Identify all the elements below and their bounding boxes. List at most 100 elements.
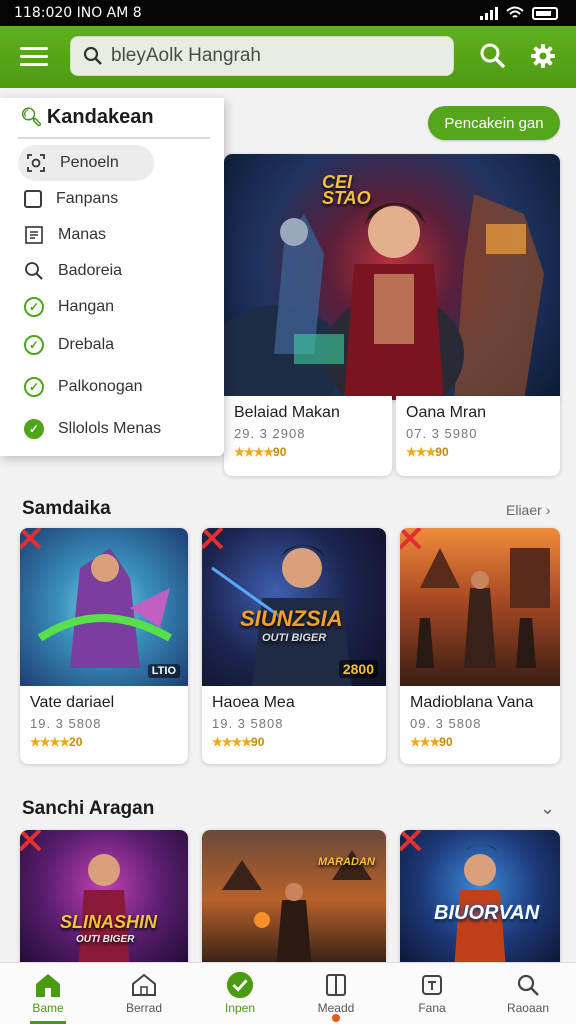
star-rating-icon: ★★★: [410, 735, 440, 749]
chevron-down-icon[interactable]: ⌄: [540, 798, 555, 819]
card-title: Madioblana Vana: [410, 694, 534, 711]
checkbox-icon: [24, 190, 42, 208]
wifi-icon: [506, 6, 524, 18]
card-meta: 07. 3 5980: [406, 426, 478, 441]
art-subtitle-text: OUTI BIGER: [262, 632, 327, 644]
nav-label: Berrad: [125, 1001, 163, 1015]
dropdown-item-label: Sllolols Menas: [58, 420, 162, 437]
search-icon: [83, 46, 102, 65]
see-all-link[interactable]: Eliaer ›: [506, 502, 550, 518]
book-icon: [322, 971, 350, 999]
game-artwork: SIUNZSIA OUTI BIGER 2800: [202, 528, 386, 686]
card-rating: ★★★90: [406, 445, 449, 459]
check-circle-filled-icon: ✓: [24, 419, 44, 439]
game-artwork: MARADAN: [202, 830, 386, 970]
dropdown-title-label: Kandakean: [46, 106, 154, 128]
check-circle-icon: ✓: [24, 377, 44, 397]
game-card[interactable]: SIUNZSIA OUTI BIGER 2800 Haoea Mea 19. 3…: [202, 528, 386, 764]
card-title: Haoea Mea: [212, 694, 295, 711]
game-card[interactable]: MARADAN: [202, 830, 386, 970]
card-rating: ★★★★20: [30, 735, 83, 749]
nav-label: Raoaan: [506, 1001, 550, 1015]
star-rating-icon: ★★★: [406, 445, 436, 459]
dropdown-item-0[interactable]: Penoeln: [18, 145, 154, 181]
home-icon: [34, 971, 62, 999]
nav-item-home[interactable]: Bame: [0, 963, 96, 1024]
dropdown-item-label: Drebala: [58, 336, 115, 353]
dropdown-title: 🔍︎ Kandakean: [0, 98, 224, 129]
nav-item-inpen[interactable]: Inpen: [192, 963, 288, 1024]
card-title: Belaiad Makan: [234, 404, 340, 421]
dropdown-item-label: Palkonogan: [58, 378, 143, 395]
game-card[interactable]: Madioblana Vana 09. 3 5808 ★★★90: [400, 528, 560, 764]
nav-label: Bame: [32, 1001, 64, 1015]
star-rating-icon: ★★★★: [212, 735, 252, 749]
featured-hero[interactable]: CEI STAO: [224, 154, 560, 400]
dropdown-item-3[interactable]: Badoreia: [0, 253, 224, 289]
tag-icon: [418, 971, 446, 999]
dropdown-item-label: Hangan: [58, 298, 115, 315]
dropdown-item-7[interactable]: ✓ Sllolols Menas: [0, 411, 224, 447]
app-bar: [0, 26, 576, 88]
art-title-text: MARADAN: [318, 856, 375, 868]
featured-card-0[interactable]: Belaiad Makan 29. 3 2908 ★★★★90: [224, 396, 392, 476]
dropdown-item-2[interactable]: Manas: [0, 217, 224, 253]
gear-icon[interactable]: [528, 41, 558, 71]
nav-item-meadd[interactable]: Meadd: [288, 963, 384, 1024]
search-box[interactable]: [70, 36, 454, 76]
dropdown-item-1[interactable]: Fanpans: [0, 181, 224, 217]
art-title-text: SLINASHIN: [60, 912, 158, 932]
dropdown-item-4[interactable]: ✓ Hangan: [0, 289, 224, 325]
search-icon[interactable]: [478, 41, 508, 71]
dropdown-item-6[interactable]: ✓ Palkonogan: [0, 369, 224, 405]
status-icons: [480, 6, 558, 20]
star-rating-icon: ★★★★: [234, 445, 274, 459]
game-artwork: LTIO: [20, 528, 188, 686]
game-card[interactable]: LTIO Vate dariael 19. 3 5808 ★★★★20: [20, 528, 188, 764]
card-title: Vate dariael: [30, 694, 115, 711]
search-icon: [514, 971, 542, 999]
dropdown-item-label: Manas: [58, 226, 107, 243]
art-title-text: SIUNZSIA: [240, 606, 343, 631]
status-bar: 118:020 INO AM 8: [0, 0, 576, 26]
nav-item-search[interactable]: Raoaan: [480, 963, 576, 1024]
primary-action-button[interactable]: Pencakein gan: [428, 106, 560, 140]
card-meta: 19. 3 5808: [30, 716, 102, 731]
filter-dropdown: 🔍︎ Kandakean Penoeln Fanpans Manas Bador…: [0, 98, 224, 456]
card-rating: ★★★★90: [234, 445, 287, 459]
card-rating: ★★★90: [410, 735, 453, 749]
nav-item-berrad[interactable]: Berrad: [96, 963, 192, 1024]
status-time: 118:020 INO AM 8: [14, 5, 142, 21]
art-badge: LTIO: [147, 664, 180, 678]
section-title: Sanchi Aragan: [22, 798, 155, 819]
card-meta: 19. 3 5808: [212, 716, 284, 731]
hero-art-text: CEI STAO: [322, 172, 371, 208]
section-title: Samdaika: [22, 498, 111, 519]
search-icon: 🔍︎: [20, 107, 43, 127]
dropdown-item-label: Penoeln: [60, 154, 119, 171]
signal-icon: [480, 6, 498, 20]
game-card[interactable]: BIUORVAN: [400, 830, 560, 970]
game-artwork: [400, 528, 560, 686]
star-rating-icon: ★★★★: [30, 735, 70, 749]
nav-label: Inpen: [224, 1001, 256, 1015]
dropdown-item-5[interactable]: ✓ Drebala: [0, 327, 224, 363]
art-badge: 2800: [338, 660, 378, 678]
search-input[interactable]: [111, 45, 441, 67]
see-all-label: Eliaer: [506, 502, 542, 518]
game-card[interactable]: SLINASHIN OUTI BIGER: [20, 830, 188, 970]
hero-artwork: CEI STAO: [224, 154, 560, 400]
game-artwork: BIUORVAN: [400, 830, 560, 970]
card-rating: ★★★★90: [212, 735, 265, 749]
divider: [18, 137, 210, 139]
hamburger-icon[interactable]: [20, 44, 48, 68]
featured-card-1[interactable]: Oana Mran 07. 3 5980 ★★★90: [396, 396, 560, 476]
check-circle-icon: ✓: [24, 335, 44, 355]
bottom-nav: Bame Berrad Inpen Meadd Fana Raoaan: [0, 962, 576, 1024]
card-meta: 29. 3 2908: [234, 426, 306, 441]
nav-label: Meadd: [317, 1001, 355, 1015]
art-title-text: BIUORVAN: [434, 902, 540, 924]
nav-item-fana[interactable]: Fana: [384, 963, 480, 1024]
chevron-right-icon: ›: [545, 502, 551, 518]
card-title: Oana Mran: [406, 404, 487, 421]
